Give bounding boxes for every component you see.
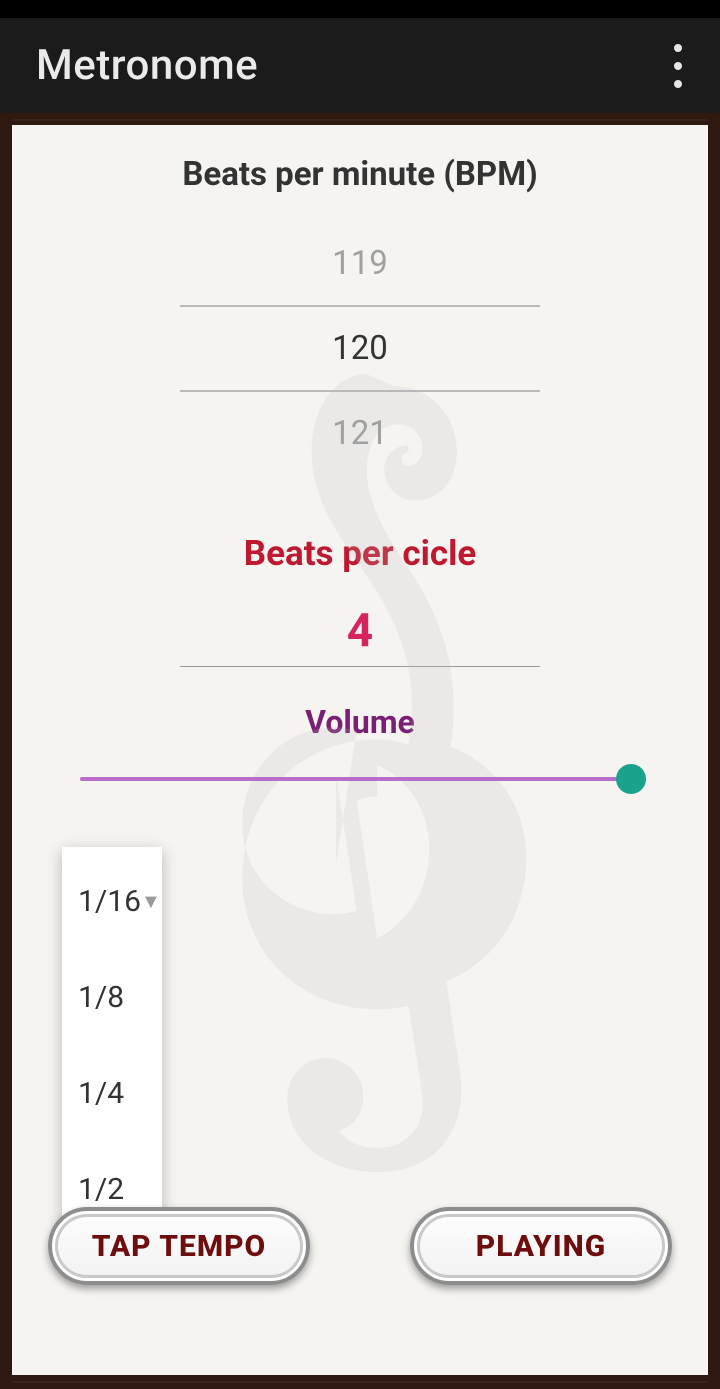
bpm-label: Beats per minute (BPM) (182, 155, 537, 194)
bpm-picker[interactable]: 119 120 121 (180, 222, 540, 475)
bpm-current[interactable]: 120 (180, 307, 540, 390)
status-bar (0, 0, 720, 18)
dot-icon (674, 62, 682, 70)
button-label: TAP TEMPO (92, 1229, 266, 1264)
play-button[interactable]: PLAYING (410, 1207, 672, 1285)
button-row: TAP TEMPO PLAYING (12, 1207, 708, 1285)
note-option-1-4[interactable]: 1/4 (62, 1045, 162, 1141)
note-option-1-8[interactable]: 1/8 (62, 949, 162, 1045)
tap-tempo-button[interactable]: TAP TEMPO (48, 1207, 310, 1285)
wood-frame: Beats per minute (BPM) 119 120 121 Beats… (0, 113, 720, 1389)
button-label: PLAYING (476, 1229, 606, 1264)
note-option-label: 1/2 (78, 1172, 124, 1207)
note-option-label: 1/4 (78, 1076, 124, 1111)
app-title: Metronome (36, 41, 258, 90)
bpm-next[interactable]: 121 (180, 392, 540, 475)
dot-icon (674, 44, 682, 52)
note-option-1-16[interactable]: 1/16 ▼ (62, 853, 162, 949)
note-option-label: 1/8 (78, 980, 124, 1015)
volume-slider[interactable] (80, 759, 640, 799)
treble-clef-icon (170, 350, 550, 1250)
bpm-prev[interactable]: 119 (180, 222, 540, 305)
slider-track (80, 777, 640, 781)
app-bar: Metronome (0, 18, 720, 113)
note-value-menu[interactable]: 1/16 ▼ 1/8 1/4 1/2 (62, 847, 162, 1243)
chevron-down-icon: ▼ (141, 889, 161, 914)
slider-thumb[interactable] (616, 764, 646, 794)
dot-icon (674, 80, 682, 88)
note-option-label: 1/16 (78, 884, 141, 919)
main-panel: Beats per minute (BPM) 119 120 121 Beats… (12, 125, 708, 1375)
overflow-menu-button[interactable] (664, 34, 692, 98)
